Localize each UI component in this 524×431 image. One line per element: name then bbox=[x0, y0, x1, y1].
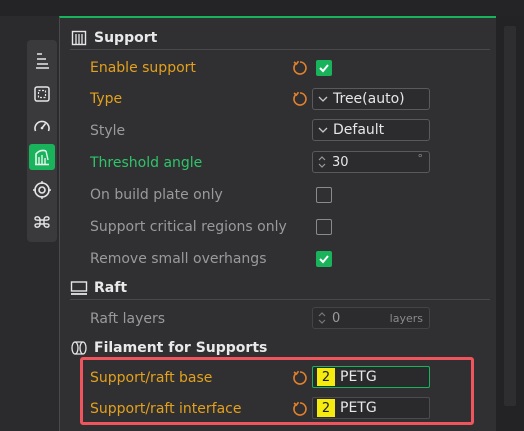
filament-name: PETG bbox=[340, 400, 377, 416]
type-label: Type bbox=[90, 91, 123, 107]
style-label: Style bbox=[90, 123, 126, 139]
section-header-support: Support bbox=[70, 26, 157, 50]
filament-slot-badge: 2 bbox=[317, 399, 335, 417]
reset-icon[interactable] bbox=[292, 401, 308, 417]
support-raft-interface-label: Support/raft interface bbox=[90, 401, 242, 417]
raft-layers-value: 0 bbox=[332, 310, 341, 326]
type-value: Tree(auto) bbox=[333, 91, 405, 107]
layers-icon[interactable] bbox=[29, 48, 55, 74]
on-build-plate-only-label: On build plate only bbox=[90, 187, 223, 203]
spin-arrows-icon[interactable] bbox=[317, 310, 327, 326]
threshold-angle-input[interactable]: 30 ° bbox=[312, 151, 430, 173]
style-value: Default bbox=[333, 122, 385, 138]
support-raft-interface-filament-select[interactable]: 2 PETG bbox=[312, 397, 430, 419]
right-panel-strip bbox=[496, 16, 524, 431]
scrollbar[interactable] bbox=[504, 26, 516, 406]
spin-arrows-icon[interactable] bbox=[317, 154, 327, 170]
section-title: Filament for Supports bbox=[94, 340, 268, 356]
chevron-down-icon bbox=[317, 94, 331, 104]
remove-small-overhangs-checkbox[interactable] bbox=[316, 251, 332, 267]
on-build-plate-only-checkbox[interactable] bbox=[316, 187, 332, 203]
type-dropdown[interactable]: Tree(auto) bbox=[312, 88, 430, 110]
support-raft-base-filament-select[interactable]: 2 PETG bbox=[312, 366, 430, 388]
support-raft-base-label: Support/raft base bbox=[90, 370, 213, 386]
reset-icon[interactable] bbox=[292, 91, 308, 107]
frame-icon[interactable] bbox=[29, 81, 55, 107]
unit-label: ° bbox=[417, 152, 424, 165]
threshold-angle-label: Threshold angle bbox=[90, 155, 203, 171]
filament-slot-badge: 2 bbox=[317, 368, 335, 386]
style-dropdown[interactable]: Default bbox=[312, 119, 430, 141]
top-bar bbox=[0, 0, 524, 16]
reset-icon[interactable] bbox=[292, 370, 308, 386]
raft-layers-input[interactable]: 0 layers bbox=[312, 307, 430, 329]
critical-regions-only-checkbox[interactable] bbox=[316, 219, 332, 235]
settings-category-sidebar bbox=[27, 40, 57, 242]
section-title: Raft bbox=[94, 280, 128, 296]
filament-name: PETG bbox=[340, 369, 377, 385]
settings-panel: Support Enable support Type Tree(auto) S… bbox=[59, 16, 496, 431]
filament-spool-icon bbox=[70, 340, 88, 356]
critical-regions-only-label: Support critical regions only bbox=[90, 219, 287, 235]
divider bbox=[70, 299, 490, 300]
section-header-raft: Raft bbox=[70, 276, 127, 300]
remove-small-overhangs-label: Remove small overhangs bbox=[90, 251, 267, 267]
raft-section-icon bbox=[70, 280, 88, 296]
divider bbox=[70, 49, 490, 50]
others-icon[interactable] bbox=[29, 209, 55, 235]
reset-icon[interactable] bbox=[292, 60, 308, 76]
unit-label: layers bbox=[389, 311, 423, 325]
section-header-filament: Filament for Supports bbox=[70, 336, 267, 360]
chevron-down-icon bbox=[317, 125, 331, 135]
support-section-icon bbox=[70, 30, 88, 46]
enable-support-label: Enable support bbox=[90, 60, 196, 76]
speed-gauge-icon[interactable] bbox=[29, 114, 55, 140]
section-title: Support bbox=[94, 30, 158, 46]
enable-support-checkbox[interactable] bbox=[316, 60, 332, 76]
support-icon[interactable] bbox=[29, 144, 55, 170]
raft-layers-label: Raft layers bbox=[90, 311, 166, 327]
target-icon[interactable] bbox=[29, 177, 55, 203]
threshold-angle-value: 30 bbox=[332, 154, 349, 170]
